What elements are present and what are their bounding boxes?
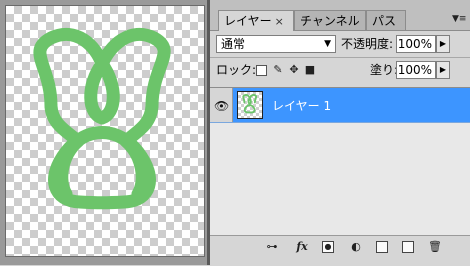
new-layer-icon[interactable] (402, 241, 414, 253)
canvas[interactable] (5, 5, 205, 257)
tab-paths-label: パス (372, 14, 397, 28)
chevron-down-icon: ▼ (324, 39, 331, 49)
lock-all-icon[interactable]: ■ (304, 64, 316, 76)
tab-channels[interactable]: チャンネル (294, 10, 366, 30)
layer-name: レイヤー 1 (272, 99, 332, 113)
lock-transparent-icon[interactable] (256, 65, 267, 76)
trash-icon[interactable]: 🗑 (428, 240, 442, 254)
divider (210, 57, 470, 58)
visibility-toggle[interactable]: 👁 (210, 88, 233, 122)
fill-slider-button[interactable]: ▶ (436, 61, 450, 79)
fx-icon[interactable]: fx (292, 240, 312, 254)
layers-list: 👁 レイヤー 1 (210, 87, 470, 236)
opacity-input[interactable]: 100% (396, 35, 436, 53)
panel-menu-icon[interactable]: ▼≡ (452, 14, 466, 24)
lock-label: ロック: (216, 63, 257, 77)
layer-row[interactable]: 👁 レイヤー 1 (210, 88, 470, 123)
tab-layers[interactable]: レイヤー × (218, 10, 294, 31)
lock-image-icon[interactable]: ✎ (272, 64, 284, 76)
knot-shape (33, 27, 171, 210)
panel-footer: ⊶ fx ● ◐ 🗑 (210, 235, 470, 266)
folder-icon[interactable] (376, 241, 388, 253)
opacity-slider-button[interactable]: ▶ (436, 35, 450, 53)
tab-channels-label: チャンネル (300, 14, 360, 28)
adjustment-icon[interactable]: ◐ (348, 240, 364, 254)
fill-input[interactable]: 100% (396, 61, 436, 79)
tab-paths[interactable]: パス (366, 10, 406, 30)
lock-position-icon[interactable]: ✥ (288, 64, 300, 76)
layers-panel: レイヤー × チャンネル パス ▼≡ 通常 ▼ 不透明度: 100% ▶ ロック:… (210, 0, 470, 266)
document-canvas-area (0, 0, 207, 265)
mask-icon[interactable]: ● (322, 241, 334, 253)
fill-label: 塗り: (370, 63, 399, 77)
opacity-label: 不透明度: (341, 37, 394, 51)
link-icon[interactable]: ⊶ (262, 240, 282, 254)
tab-layers-label: レイヤー (224, 14, 272, 28)
layer-thumbnail (237, 91, 263, 119)
blend-mode-value: 通常 (221, 37, 246, 51)
blend-mode-select[interactable]: 通常 ▼ (216, 35, 336, 53)
close-icon[interactable]: × (275, 15, 284, 28)
eye-icon: 👁 (214, 99, 230, 113)
panel-tabs: レイヤー × チャンネル パス ▼≡ (210, 0, 470, 31)
